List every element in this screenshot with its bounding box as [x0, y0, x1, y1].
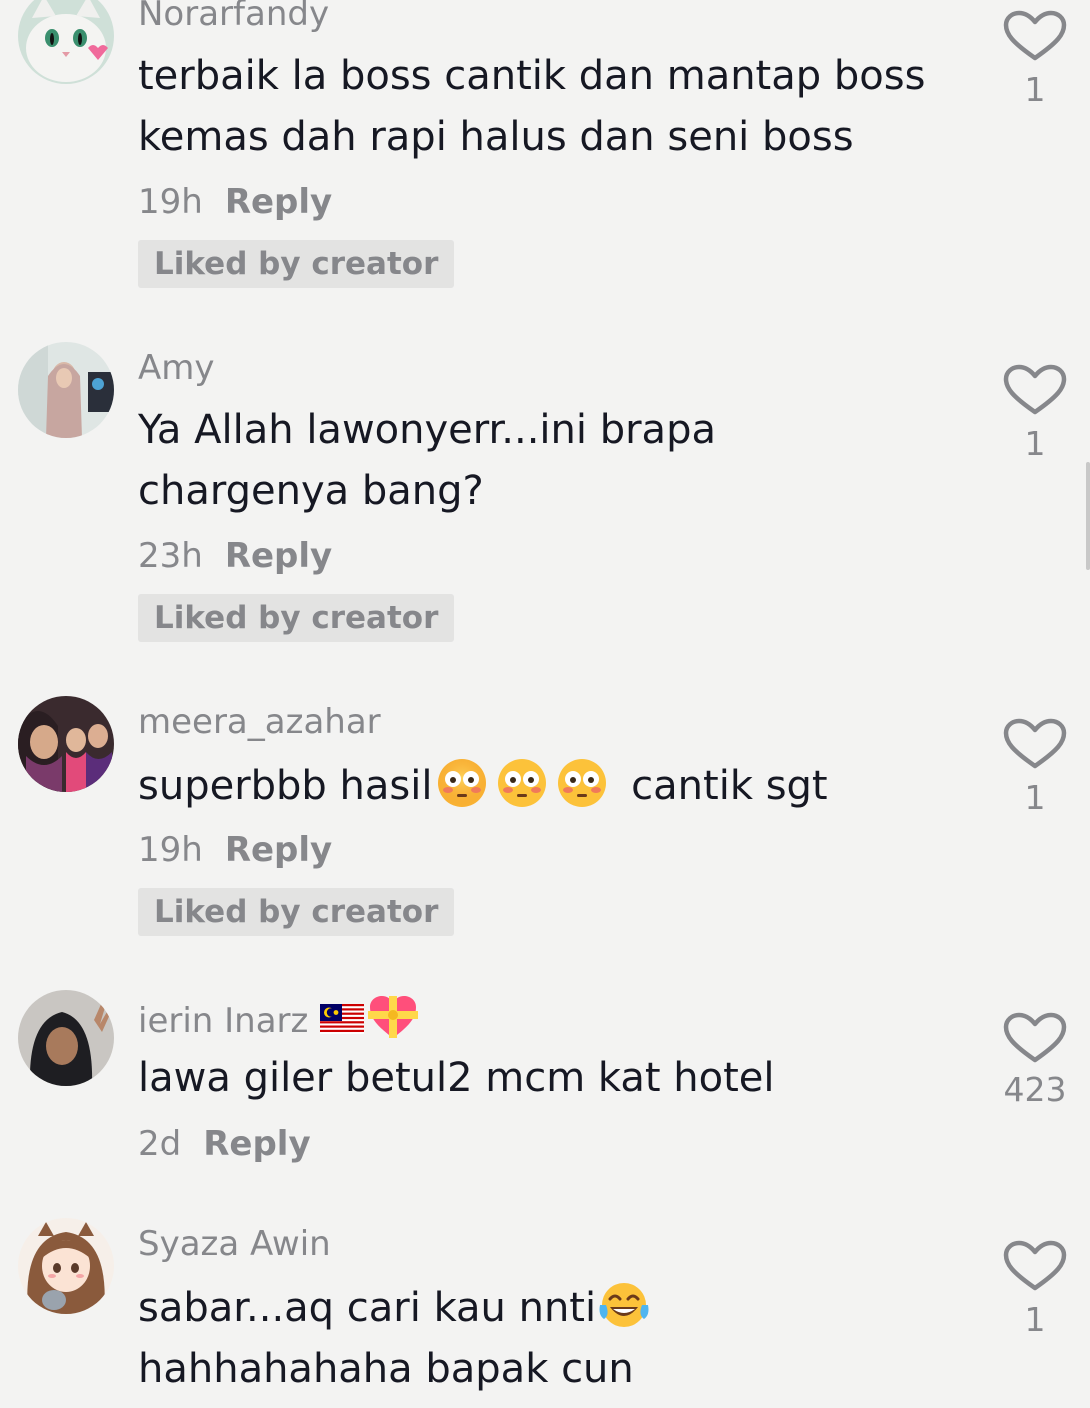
- comment-time: 19h: [138, 830, 203, 870]
- comment-text-before: superbbb hasil: [138, 763, 433, 809]
- malaysia-flag-icon: [320, 1004, 365, 1034]
- heart-ribbon-icon: [368, 996, 419, 1038]
- cat-avatar-icon: [18, 0, 114, 84]
- flushed-face-icon: [496, 757, 548, 809]
- flushed-face-icon: [556, 757, 608, 809]
- heart-icon: [1003, 1012, 1067, 1063]
- comment-text-after: cantik sgt: [631, 763, 828, 809]
- comment-username[interactable]: Norarfandy: [138, 0, 329, 36]
- like-count: 423: [1003, 1070, 1067, 1109]
- avatar[interactable]: [18, 1218, 114, 1314]
- comment-username[interactable]: ierin Inarz: [138, 994, 419, 1043]
- comment-text: Ya Allah lawonyerr...ini brapa chargenya…: [138, 407, 716, 514]
- like-count: 1: [1024, 70, 1046, 109]
- reply-button[interactable]: Reply: [225, 182, 332, 222]
- comment-username[interactable]: meera_azahar: [138, 700, 381, 744]
- like-button[interactable]: [1002, 1012, 1068, 1064]
- comment-time: 19h: [138, 182, 203, 222]
- liked-by-creator-badge: Liked by creator: [138, 594, 455, 642]
- anime-girl-avatar-icon: [18, 1218, 114, 1314]
- tears-of-joy-icon: [598, 1279, 650, 1331]
- liked-by-creator-badge: Liked by creator: [138, 888, 455, 936]
- avatar[interactable]: [18, 696, 114, 792]
- group-avatar-icon: [18, 696, 114, 792]
- like-button[interactable]: [1002, 718, 1068, 770]
- comment-text: superbbb hasil cantik sgt: [138, 756, 938, 817]
- heart-icon: [1003, 718, 1067, 769]
- heart-icon: [1003, 1240, 1067, 1291]
- comment-username-text[interactable]: ierin Inarz: [138, 1001, 308, 1041]
- comment-meta: 23h Reply: [138, 534, 332, 578]
- comment-text: terbaik la boss cantik dan mantap boss k…: [138, 53, 926, 160]
- like-count: 1: [1024, 1300, 1046, 1339]
- heart-icon: [1003, 10, 1067, 61]
- avatar[interactable]: [18, 990, 114, 1086]
- hijab-person-avatar-icon: [18, 990, 114, 1086]
- avatar[interactable]: [18, 0, 114, 84]
- scrollbar[interactable]: [1086, 462, 1090, 570]
- reply-button[interactable]: Reply: [225, 830, 332, 870]
- like-button[interactable]: [1002, 1240, 1068, 1292]
- like-count: 1: [1024, 424, 1046, 463]
- reply-button[interactable]: Reply: [203, 1124, 310, 1164]
- like-button[interactable]: [1002, 364, 1068, 416]
- like-button[interactable]: [1002, 10, 1068, 62]
- reply-button[interactable]: Reply: [225, 536, 332, 576]
- comment-username[interactable]: Amy: [138, 346, 215, 390]
- comment-meta: 19h Reply: [138, 828, 332, 872]
- comment-text-before: sabar...aq cari kau nnti: [138, 1285, 597, 1331]
- avatar[interactable]: [18, 342, 114, 438]
- comment-meta: 2d Reply: [138, 1122, 311, 1166]
- like-count: 1: [1024, 778, 1046, 817]
- comment-time: 23h: [138, 536, 203, 576]
- liked-by-creator-badge: Liked by creator: [138, 240, 455, 288]
- comment-text: lawa giler betul2 mcm kat hotel: [138, 1055, 775, 1101]
- comment-text: sabar...aq cari kau nnti hahhahahaha bap…: [138, 1278, 938, 1400]
- comment-meta: 19h Reply: [138, 180, 332, 224]
- comment-time: 2d: [138, 1124, 182, 1164]
- person-avatar-icon: [18, 342, 114, 438]
- comment-text-after: hahhahahaha bapak cun: [138, 1346, 634, 1392]
- comment-username[interactable]: Syaza Awin: [138, 1222, 331, 1266]
- heart-icon: [1003, 364, 1067, 415]
- flushed-face-icon: [436, 757, 488, 809]
